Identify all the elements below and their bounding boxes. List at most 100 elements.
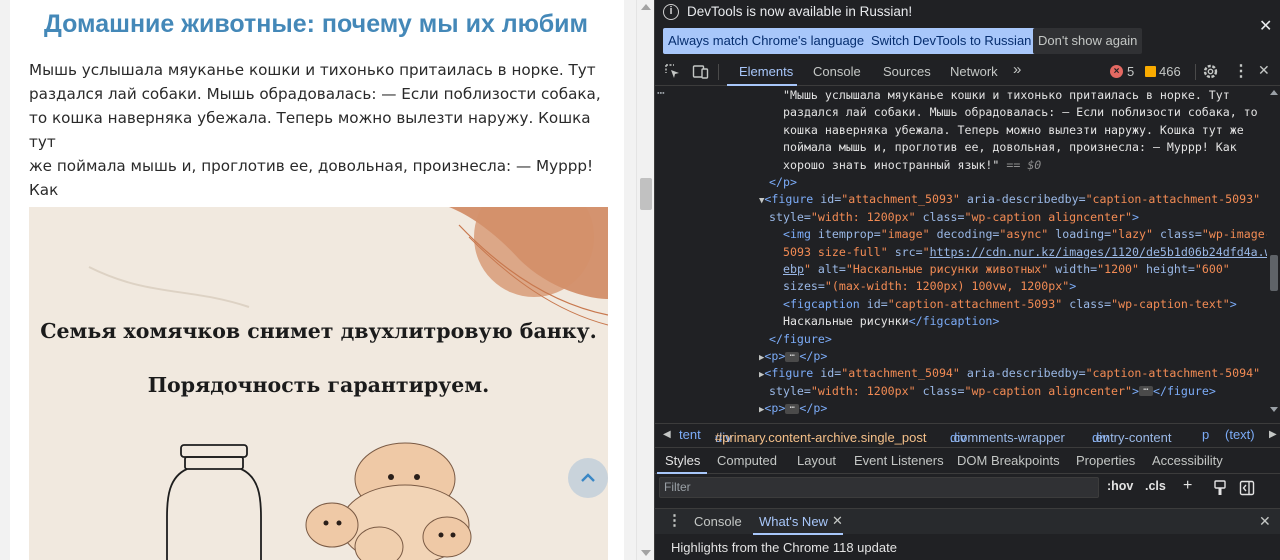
img-node-line-cont[interactable]: ebp" alt="Наскальные рисунки животных" w… — [783, 261, 1230, 278]
info-icon: i — [663, 4, 679, 20]
language-infobar: i DevTools is now available in Russian! … — [655, 0, 1280, 56]
article: Домашние животные: почему мы их любим Мы… — [10, 0, 624, 560]
figure-close-tag[interactable]: </figure> — [769, 331, 832, 348]
active-tab-indicator — [753, 533, 843, 535]
elements-scrollbar[interactable] — [1267, 87, 1280, 417]
paragraph-line: раздался лай собаки. Мышь обрадовалась: … — [29, 85, 601, 103]
image-src-link[interactable]: ebp — [783, 262, 804, 276]
tab-properties[interactable]: Properties — [1076, 453, 1135, 468]
scrollbar-thumb[interactable] — [640, 178, 652, 210]
scroll-up-arrow-icon[interactable] — [1270, 90, 1278, 95]
error-count[interactable]: 5 — [1127, 64, 1134, 79]
hover-state-toggle[interactable]: :hov — [1107, 479, 1133, 493]
page-scrollbar[interactable] — [636, 0, 654, 560]
text-node-line[interactable]: кошка наверняка убежала. Теперь можно вы… — [783, 122, 1244, 139]
figcaption-node-line[interactable]: <figcaption id="caption-attachment-5093"… — [783, 296, 1237, 313]
always-match-language-button[interactable]: Always match Chrome's language — [663, 28, 870, 54]
tab-computed[interactable]: Computed — [717, 453, 777, 468]
devtools-drawer: ⋮ Console What's New ✕ ✕ — [655, 508, 1280, 535]
scroll-down-arrow-icon[interactable] — [1270, 407, 1278, 412]
tab-accessibility[interactable]: Accessibility — [1152, 453, 1223, 468]
close-icon[interactable]: ✕ — [1259, 16, 1272, 36]
toolbar-divider — [1195, 64, 1196, 80]
selected-node-marker: == $0 — [1006, 157, 1042, 172]
device-toolbar-icon[interactable] — [692, 63, 709, 80]
img-node-line-cont[interactable]: sizes="(max-width: 1200px) 100vw, 1200px… — [783, 278, 1076, 295]
devtools-panel: i DevTools is now available in Russian! … — [654, 0, 1280, 560]
scroll-up-arrow-icon[interactable] — [641, 4, 651, 10]
collapsed-content-badge[interactable]: ⋯ — [785, 351, 800, 362]
scrollbar-thumb[interactable] — [1270, 255, 1278, 291]
devtools-toolbar: Elements Console Sources Network » × 5 4… — [655, 58, 1280, 86]
figure-node-line-cont[interactable]: style="width: 1200px" class="wp-caption … — [769, 383, 1216, 400]
article-image: Семья хомячков снимет двухлитровую банку… — [29, 207, 608, 560]
p-node-line[interactable]: ▶<p> ⋯ </p> — [759, 400, 827, 417]
tab-layout[interactable]: Layout — [797, 453, 836, 468]
scroll-to-top-button[interactable] — [568, 458, 608, 498]
node-overflow-icon[interactable]: ⋯ — [657, 87, 665, 102]
infobar-message: DevTools is now available in Russian! — [687, 4, 913, 19]
tab-elements[interactable]: Elements — [739, 64, 793, 79]
drawer-tab-console[interactable]: Console — [694, 514, 742, 529]
error-icon[interactable]: × — [1110, 65, 1123, 78]
drawer-menu-icon[interactable]: ⋮ — [667, 511, 682, 529]
add-rule-plus-icon[interactable]: + — [1183, 477, 1192, 495]
breadcrumb-scroll-right-icon[interactable]: ▶ — [1269, 429, 1277, 440]
styles-filter-input[interactable]: Filter — [659, 477, 1099, 498]
figcaption-content-line[interactable]: Наскальные рисунки</figcaption> — [783, 313, 999, 330]
breadcrumb-item[interactable]: tent — [679, 427, 701, 442]
tab-styles[interactable]: Styles — [665, 453, 700, 468]
image-caption-line-1: Семья хомячков снимет двухлитровую банку… — [40, 319, 597, 343]
p-close-tag[interactable]: </p> — [769, 174, 797, 191]
text-node-text: хорошо знать иностранный язык!" — [783, 157, 1000, 172]
inspect-element-icon[interactable] — [664, 63, 681, 80]
figure-node-line-cont[interactable]: style="width: 1200px" class="wp-caption … — [769, 209, 1139, 226]
text-node-line[interactable]: раздался лай собаки. Мышь обрадовалась: … — [783, 104, 1258, 121]
paint-brush-icon[interactable] — [1213, 480, 1227, 496]
chevron-up-icon — [581, 473, 595, 482]
toolbar-divider — [718, 64, 719, 80]
active-tab-indicator — [727, 84, 797, 86]
image-caption-line-2: Порядочность гарантируем. — [147, 373, 490, 397]
drawer-tab-whats-new[interactable]: What's New — [759, 514, 828, 529]
scroll-down-arrow-icon[interactable] — [641, 550, 651, 556]
settings-gear-icon[interactable] — [1202, 63, 1219, 80]
breadcrumb: ◀ tent div #primary.content-archive.singl… — [655, 423, 1280, 445]
close-drawer-icon[interactable]: ✕ — [1259, 513, 1271, 530]
tab-network[interactable]: Network — [950, 64, 998, 79]
switch-to-russian-button[interactable]: Switch DevTools to Russian — [866, 28, 1037, 54]
warning-icon[interactable] — [1145, 66, 1156, 77]
breadcrumb-item-current[interactable]: (text) — [1225, 427, 1255, 442]
toggle-sidebar-icon[interactable] — [1239, 480, 1255, 496]
collapsed-content-badge[interactable]: ⋯ — [785, 403, 800, 414]
breadcrumb-item[interactable]: p — [1202, 427, 1209, 442]
dont-show-again-button[interactable]: Don't show again — [1033, 28, 1143, 54]
collapsed-content-badge[interactable]: ⋯ — [1138, 386, 1153, 397]
text-node-line[interactable]: хорошо знать иностранный язык!" == $0 — [783, 157, 1041, 174]
tab-dom-breakpoints[interactable]: DOM Breakpoints — [957, 453, 1060, 468]
more-tabs-chevron-icon[interactable]: » — [1013, 61, 1021, 78]
breadcrumb-scroll-left-icon[interactable]: ◀ — [663, 429, 671, 440]
tab-event-listeners[interactable]: Event Listeners — [854, 453, 944, 468]
img-node-line[interactable]: <img itemprop="image" decoding="async" l… — [783, 226, 1267, 243]
article-paragraph: Мышь услышала мяуканье кошки и тихонько … — [29, 58, 609, 226]
styles-filter-bar: Filter :hov .cls + — [655, 476, 1280, 500]
tab-console[interactable]: Console — [813, 64, 861, 79]
class-toggle[interactable]: .cls — [1145, 479, 1166, 493]
close-devtools-icon[interactable]: ✕ — [1258, 62, 1270, 79]
more-options-icon[interactable]: ⋮ — [1233, 61, 1249, 81]
page-title: Домашние животные: почему мы их любим — [44, 10, 588, 38]
sidebar-tabs: Styles Computed Layout Event Listeners D… — [655, 447, 1280, 474]
elements-tree[interactable]: "Мышь услышала мяуканье кошки и тихонько… — [655, 87, 1267, 417]
active-tab-indicator — [657, 472, 707, 474]
text-node-line[interactable]: "Мышь услышала мяуканье кошки и тихонько… — [783, 87, 1230, 104]
close-tab-icon[interactable]: ✕ — [832, 513, 843, 529]
whats-new-headline: Highlights from the Chrome 118 update — [671, 540, 897, 555]
img-node-line-cont[interactable]: 5093 size-full" src="https://cdn.nur.kz/… — [783, 244, 1267, 261]
image-src-link[interactable]: https://cdn.nur.kz/images/1120/de5b1d06b… — [930, 245, 1267, 259]
paragraph-line: же поймала мышь и, проглотив ее, довольн… — [29, 157, 594, 199]
text-node-line[interactable]: поймала мышь и, проглотив ее, довольная,… — [783, 139, 1237, 156]
tab-sources[interactable]: Sources — [883, 64, 931, 79]
warning-count[interactable]: 466 — [1159, 64, 1181, 79]
paragraph-line: Мышь услышала мяуканье кошки и тихонько … — [29, 61, 596, 79]
